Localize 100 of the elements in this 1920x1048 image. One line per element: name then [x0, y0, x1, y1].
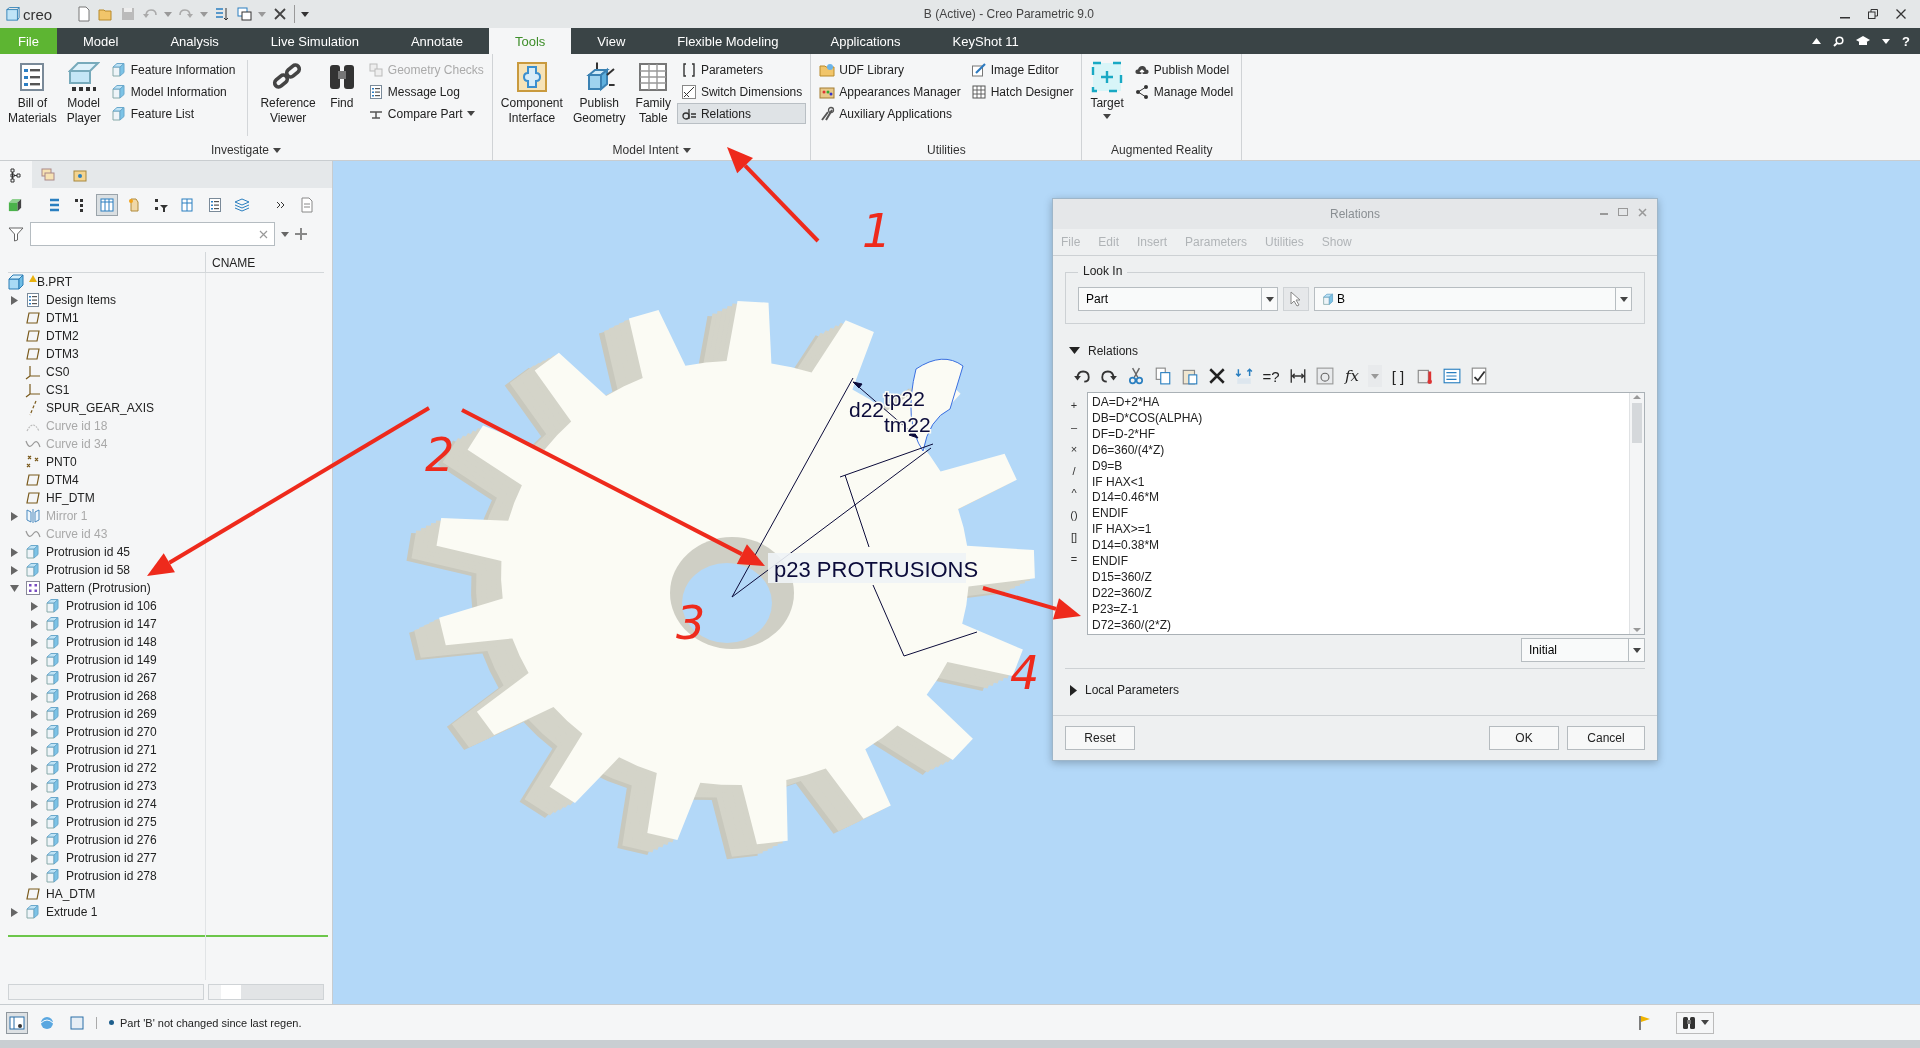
- ribbon-button[interactable]: Switch Dimensions: [676, 81, 807, 102]
- scroll-up-icon[interactable]: [1633, 393, 1641, 401]
- new-file-icon[interactable]: [76, 6, 93, 22]
- tree-item[interactable]: HF_DTM: [46, 491, 95, 505]
- ribbon-tab[interactable]: Tools: [489, 28, 572, 54]
- ribbon-button[interactable]: Family Table: [631, 56, 675, 140]
- ribbon-tab[interactable]: Live Simulation: [244, 28, 385, 54]
- ok-button[interactable]: OK: [1489, 726, 1559, 750]
- scroll-down-icon[interactable]: [1633, 626, 1641, 634]
- ribbon-button[interactable]: UDF Library: [815, 59, 965, 80]
- select-button[interactable]: [1283, 287, 1309, 311]
- operator-button[interactable]: /: [1072, 462, 1076, 480]
- toolbar-button[interactable]: =?: [1260, 365, 1282, 387]
- tree-item[interactable]: Protrusion id 272: [66, 761, 157, 775]
- tree-item[interactable]: Protrusion id 274: [66, 797, 157, 811]
- tree-item[interactable]: Pattern (Protrusion): [46, 581, 151, 595]
- tree-item[interactable]: DTM1: [46, 311, 79, 325]
- scrollbar[interactable]: [207, 984, 324, 1000]
- type-dropdown[interactable]: Part: [1078, 287, 1278, 311]
- ribbon-button[interactable]: Manage Model: [1129, 81, 1238, 102]
- graduation-cap-icon[interactable]: [1856, 36, 1871, 46]
- tree-item[interactable]: Protrusion id 276: [66, 833, 157, 847]
- operator-button[interactable]: –: [1070, 418, 1078, 436]
- ribbon-button[interactable]: Compare Part: [363, 103, 488, 124]
- scrollbar[interactable]: [1629, 393, 1644, 634]
- clear-icon[interactable]: [259, 229, 268, 239]
- filter-dropdown[interactable]: Initial: [1521, 638, 1645, 662]
- tree-item[interactable]: PNT0: [46, 455, 77, 469]
- windows-icon[interactable]: [236, 6, 253, 22]
- reset-button[interactable]: Reset: [1065, 726, 1135, 750]
- tree-item[interactable]: HA_DTM: [46, 887, 96, 901]
- flag-icon[interactable]: [1638, 1014, 1652, 1031]
- operator-button[interactable]: +: [1070, 396, 1078, 414]
- filter-icon[interactable]: [8, 226, 24, 242]
- help-button[interactable]: ?: [1902, 33, 1910, 49]
- ribbon-tab[interactable]: View: [571, 28, 652, 54]
- ribbon-button[interactable]: Feature List: [106, 103, 240, 124]
- object-dropdown[interactable]: B: [1314, 287, 1632, 311]
- collapse-ribbon-icon[interactable]: [1812, 38, 1822, 44]
- ribbon-tab[interactable]: Analysis: [144, 28, 245, 54]
- ribbon-button[interactable]: Bill of Materials: [4, 56, 61, 140]
- more-icon[interactable]: [276, 201, 286, 209]
- regenerate-icon[interactable]: [214, 6, 231, 22]
- operator-button[interactable]: ×: [1070, 440, 1078, 458]
- operator-button[interactable]: =: [1070, 550, 1078, 568]
- ribbon-button[interactable]: Message Log: [363, 81, 488, 102]
- collapse-icon[interactable]: [1069, 347, 1080, 355]
- tree-item[interactable]: Protrusion id 45: [46, 545, 131, 559]
- ribbon-button[interactable]: Publish Model: [1129, 59, 1238, 80]
- scrollbar[interactable]: [8, 984, 204, 1000]
- ribbon-button[interactable]: Reference Viewer: [256, 56, 320, 140]
- close-window-icon[interactable]: [272, 6, 289, 22]
- tree-item[interactable]: DTM2: [46, 329, 79, 343]
- ribbon-button[interactable]: Hatch Designer: [966, 81, 1078, 102]
- tree-item[interactable]: Protrusion id 278: [66, 869, 157, 883]
- ribbon-button[interactable]: Component Interface: [496, 56, 567, 140]
- cancel-button[interactable]: Cancel: [1567, 726, 1645, 750]
- ribbon-button[interactable]: Image Editor: [966, 59, 1078, 80]
- tree-item[interactable]: Protrusion id 269: [66, 707, 157, 721]
- ribbon-tab[interactable]: Applications: [804, 28, 927, 54]
- ribbon-button[interactable]: Appearances Manager: [815, 81, 965, 102]
- operator-button[interactable]: (): [1070, 506, 1078, 524]
- tree-item[interactable]: Protrusion id 273: [66, 779, 157, 793]
- restore-icon[interactable]: [1868, 9, 1878, 19]
- tree-item[interactable]: Protrusion id 268: [66, 689, 157, 703]
- tree-item[interactable]: B.PRT: [37, 275, 73, 289]
- tree-item[interactable]: CS1: [46, 383, 70, 397]
- tree-item[interactable]: Protrusion id 271: [66, 743, 157, 757]
- close-icon[interactable]: [1896, 9, 1906, 19]
- tree-item[interactable]: Protrusion id 270: [66, 725, 157, 739]
- status-tool-button[interactable]: [6, 1011, 28, 1034]
- ribbon-button[interactable]: Parameters: [676, 59, 807, 80]
- properties-button[interactable]: [1314, 365, 1336, 387]
- ribbon-button[interactable]: Find: [321, 56, 362, 140]
- operator-button[interactable]: []: [1070, 528, 1078, 546]
- tree-item[interactable]: Protrusion id 148: [66, 635, 157, 649]
- tree-item[interactable]: Extrude 1: [46, 905, 98, 919]
- operator-button[interactable]: ^: [1071, 484, 1077, 502]
- ribbon-tab[interactable]: Annotate: [384, 28, 489, 54]
- tree-item[interactable]: Protrusion id 58: [46, 563, 131, 577]
- tree-item[interactable]: DTM3: [46, 347, 79, 361]
- feature-label[interactable]: p23 PROTRUSIONS: [774, 557, 979, 582]
- ribbon-button[interactable]: Feature Information: [106, 59, 240, 80]
- ribbon-tab[interactable]: KeyShot 11: [926, 28, 1045, 54]
- search-field[interactable]: [30, 222, 275, 246]
- tree-item[interactable]: Protrusion id 147: [66, 617, 157, 631]
- tree-item[interactable]: Protrusion id 106: [66, 599, 157, 613]
- scroll-thumb[interactable]: [1632, 403, 1642, 443]
- dimension-label[interactable]: tp22: [884, 387, 925, 410]
- tree-item[interactable]: CS0: [46, 365, 70, 379]
- switch-dimensions-button[interactable]: [1233, 365, 1255, 387]
- tree-item[interactable]: Design Items: [46, 293, 117, 307]
- tree-item[interactable]: DTM4: [46, 473, 79, 487]
- binoculars-icon[interactable]: [1681, 1014, 1697, 1031]
- ribbon-button[interactable]: Publish Geometry: [568, 56, 630, 140]
- ribbon-button[interactable]: Auxiliary Applications: [815, 103, 965, 124]
- ribbon-button[interactable]: Model Information: [106, 81, 240, 102]
- plus-icon[interactable]: [295, 228, 307, 240]
- tree-item[interactable]: SPUR_GEAR_AXIS: [46, 401, 155, 415]
- search-icon[interactable]: [1833, 35, 1845, 47]
